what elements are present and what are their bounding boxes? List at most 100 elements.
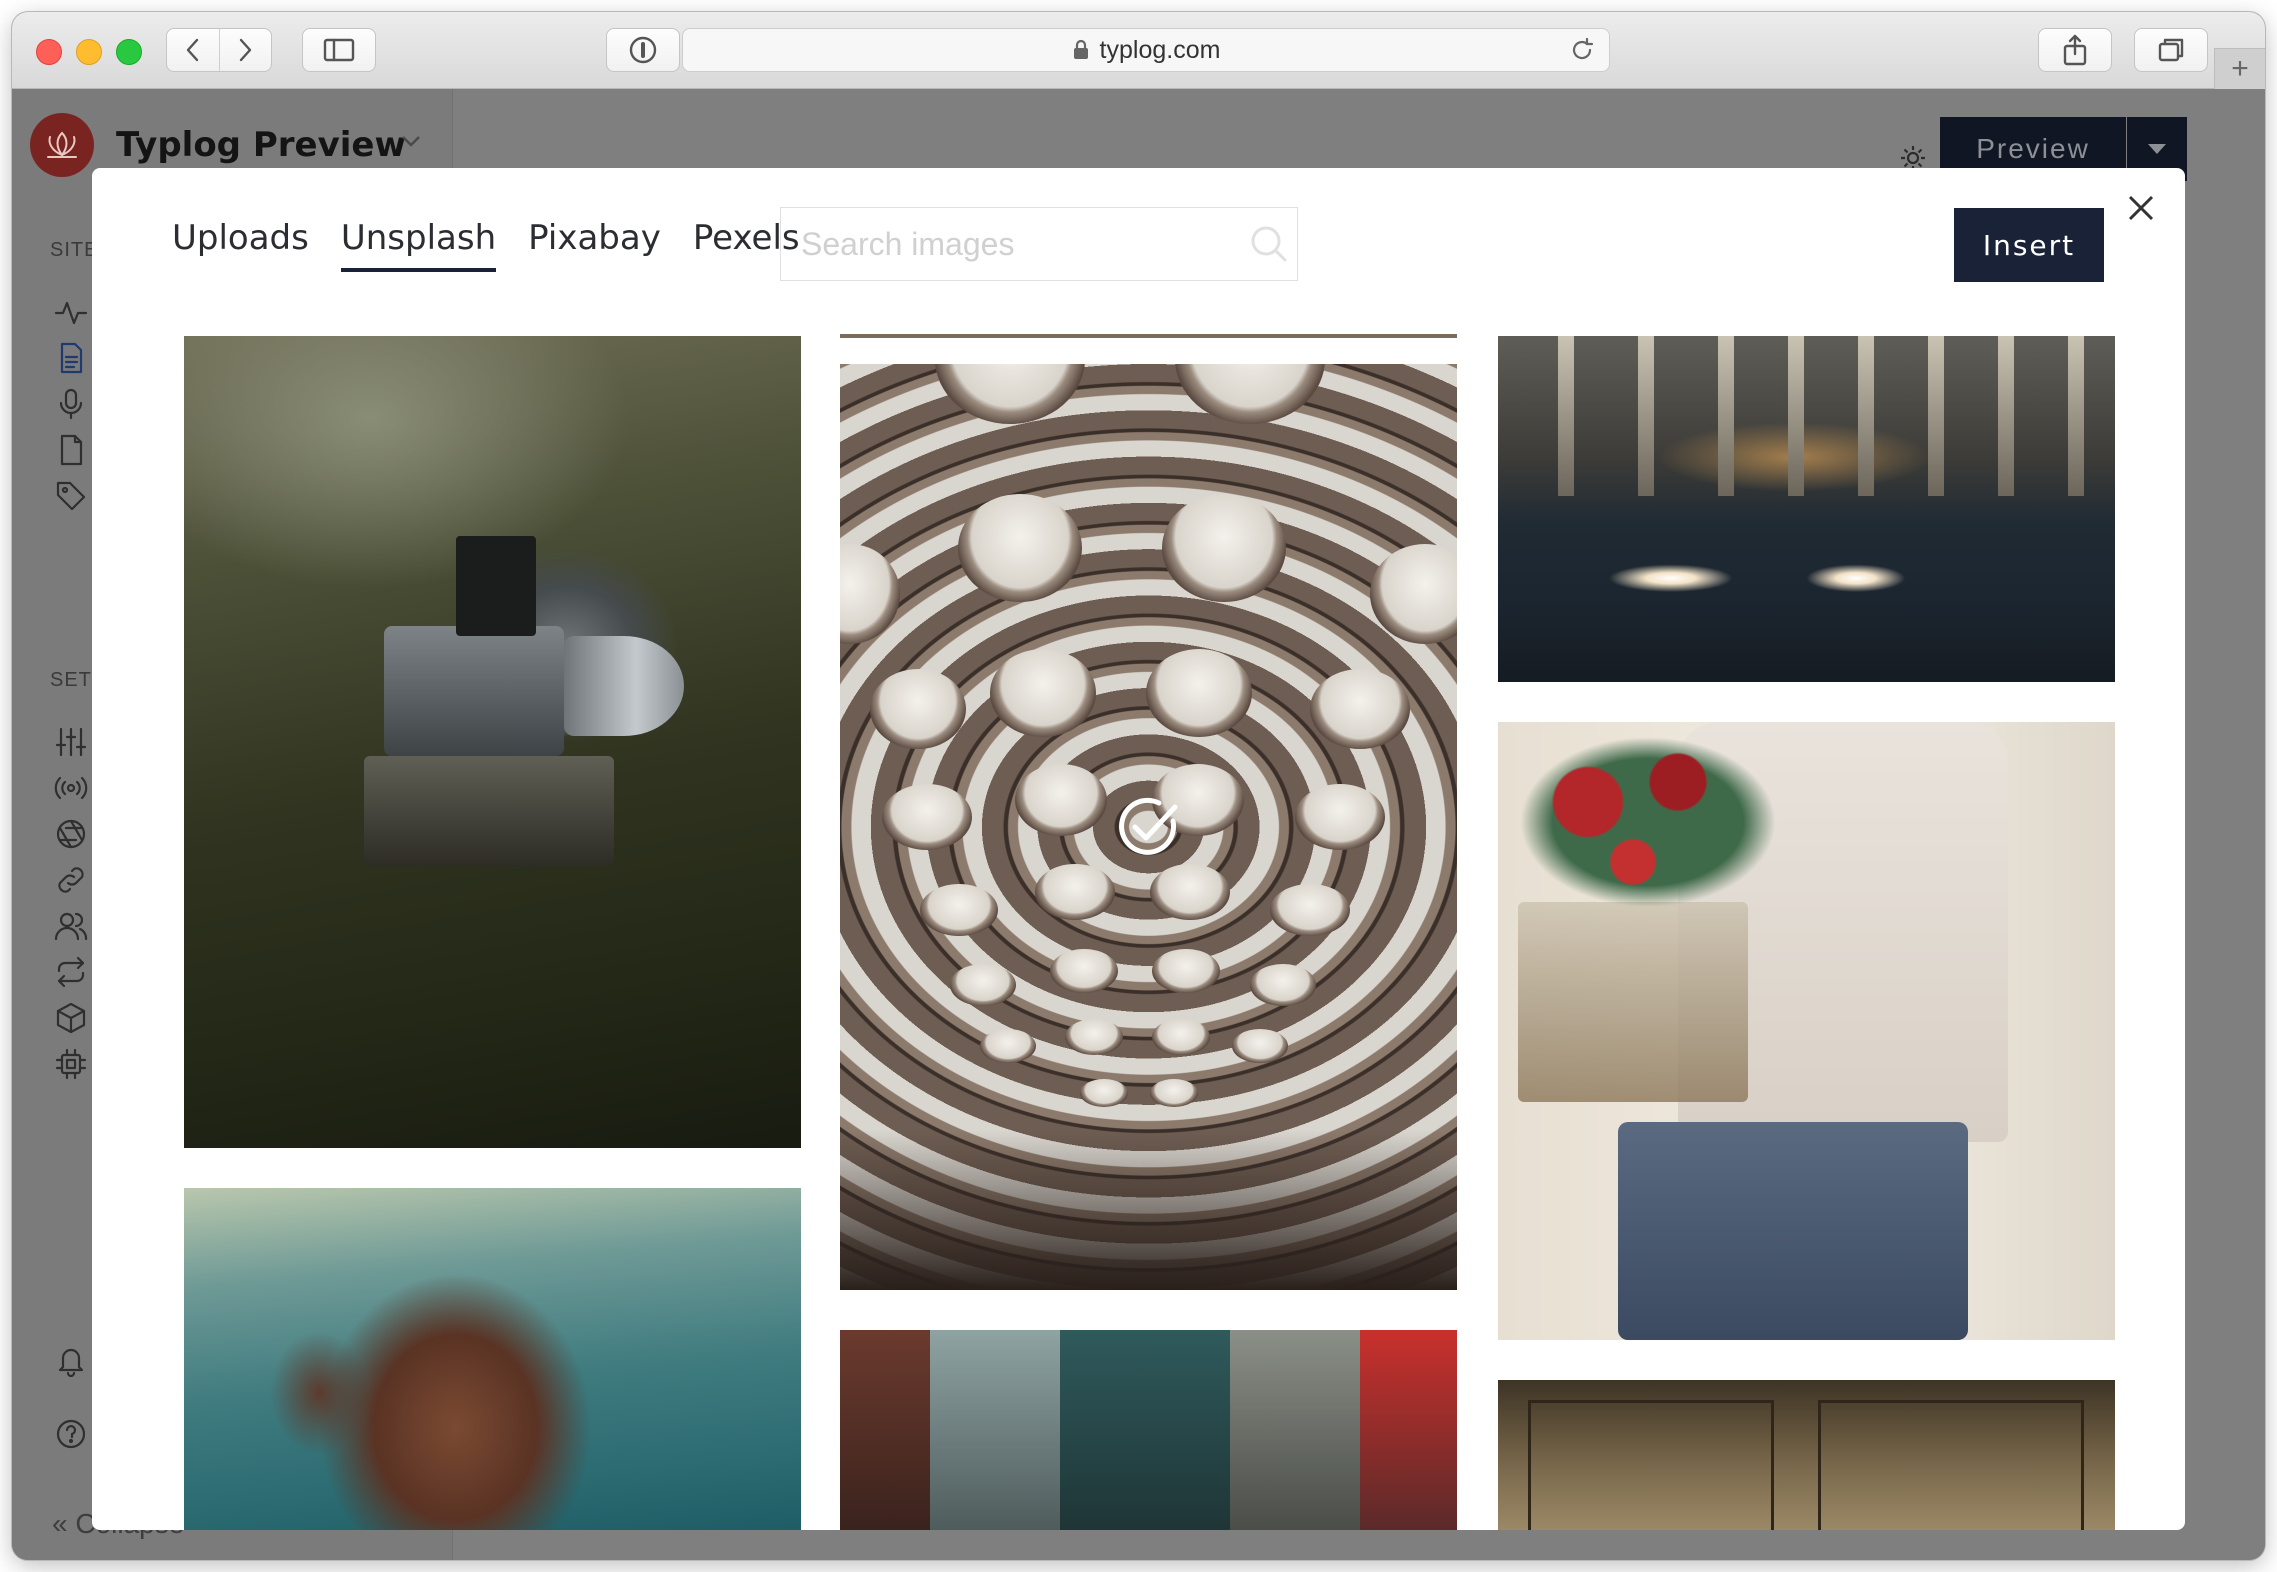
sidebar-icon: [323, 38, 355, 62]
photo-detail: [384, 626, 564, 756]
search-icon: [1251, 226, 1287, 262]
photo-detail: [980, 1029, 1036, 1063]
minimize-window-button[interactable]: [76, 39, 102, 65]
image-street-at-night[interactable]: [1498, 336, 2115, 682]
photo-detail: [1232, 1029, 1288, 1063]
sidebar-section-settings: SET: [50, 669, 92, 691]
photo-detail: [840, 1330, 930, 1530]
browser-window: typlog.com + Typlog Preview SITE SET « P…: [12, 12, 2265, 1560]
close-modal-button[interactable]: [2123, 190, 2159, 226]
posts-icon[interactable]: [54, 341, 88, 375]
image-interior-doorway[interactable]: [1498, 1380, 2115, 1530]
image-camera-in-grass[interactable]: [184, 336, 801, 1148]
page-icon[interactable]: [54, 433, 88, 467]
users-icon[interactable]: [54, 909, 88, 943]
site-name[interactable]: Typlog Preview: [116, 125, 406, 165]
photo-detail: [1498, 722, 1798, 922]
new-tab-button[interactable]: +: [2214, 48, 2265, 89]
plus-icon: +: [2231, 52, 2249, 85]
photo-detail: [1558, 336, 1574, 496]
aperture-icon[interactable]: [54, 817, 88, 851]
photo-detail: [1035, 864, 1115, 920]
zoom-window-button[interactable]: [116, 39, 142, 65]
insert-button[interactable]: Insert: [1954, 208, 2104, 282]
box-icon[interactable]: [54, 1001, 88, 1035]
image-domed-ceiling[interactable]: [840, 364, 1457, 1290]
reload-icon[interactable]: [1569, 37, 1595, 63]
share-button[interactable]: [2038, 28, 2112, 72]
image-search-box: [780, 207, 1298, 281]
photo-detail: [1788, 336, 1804, 496]
history-navigation: [166, 28, 272, 72]
sliders-icon[interactable]: [54, 725, 88, 759]
photo-detail: [1818, 1400, 2084, 1530]
photo-detail: [1370, 544, 1457, 644]
close-icon: [2128, 195, 2154, 221]
photo-detail: [930, 1330, 1060, 1530]
help-icon[interactable]: [54, 1417, 88, 1451]
repeat-icon[interactable]: [54, 955, 88, 989]
check-circle-icon: [1118, 797, 1177, 855]
close-window-button[interactable]: [36, 39, 62, 65]
photo-detail: [1150, 1079, 1198, 1107]
photo-detail: [1250, 964, 1316, 1006]
photo-detail: [1175, 364, 1325, 424]
photo-detail: [1310, 669, 1410, 749]
photo-detail: [1152, 949, 1220, 993]
broadcast-icon[interactable]: [54, 771, 88, 805]
address-bar[interactable]: typlog.com: [682, 28, 1610, 72]
tabs-icon: [2158, 38, 2184, 62]
activity-icon[interactable]: [54, 295, 88, 329]
chip-icon[interactable]: [54, 1047, 88, 1081]
photo-detail: [1060, 1330, 1230, 1530]
tab-unsplash[interactable]: Unsplash: [340, 218, 497, 272]
url-text: typlog.com: [1099, 35, 1221, 64]
password-manager-button[interactable]: [606, 28, 680, 72]
photo-detail: [564, 636, 684, 736]
photo-detail: [1150, 864, 1230, 920]
search-button[interactable]: [1241, 224, 1297, 264]
photo-detail: [1518, 902, 1748, 1102]
search-input[interactable]: [781, 208, 1241, 280]
photo-detail: [840, 544, 900, 644]
photo-detail: [1718, 336, 1734, 496]
tab-uploads[interactable]: Uploads: [172, 218, 309, 272]
photo-detail: [1146, 649, 1252, 737]
image-woman-holding-flowers[interactable]: [1498, 722, 2115, 1340]
tab-pixabay[interactable]: Pixabay: [528, 218, 661, 272]
chevron-down-icon[interactable]: [400, 133, 422, 149]
photo-detail: [1998, 336, 2014, 496]
photo-detail: [1065, 1019, 1123, 1055]
image-city-street[interactable]: [840, 1330, 1457, 1530]
photo-detail: [882, 784, 972, 850]
share-icon: [2063, 34, 2087, 66]
link-icon[interactable]: [54, 863, 88, 897]
photo-detail: [1360, 1330, 1457, 1530]
lotus-logo-icon: [47, 131, 77, 158]
photo-detail: [990, 649, 1096, 737]
sidebar-toggle-button[interactable]: [302, 28, 376, 72]
tag-icon[interactable]: [54, 479, 88, 513]
photo-detail: [920, 884, 998, 936]
chevron-left-icon: [186, 38, 198, 62]
tab-overview-button[interactable]: [2134, 28, 2208, 72]
photo-detail: [1638, 336, 1654, 496]
photo-detail: [1080, 1079, 1128, 1107]
photo-detail: [364, 756, 614, 866]
photo-detail: [1152, 1019, 1210, 1055]
photo-detail: [1162, 494, 1286, 602]
forward-button[interactable]: [218, 29, 272, 71]
image-picker-modal: Uploads Unsplash Pixabay Pexels Insert: [92, 168, 2185, 1530]
browser-toolbar: typlog.com +: [12, 12, 2265, 89]
photo-detail: [870, 669, 966, 749]
bell-icon[interactable]: [54, 1343, 88, 1378]
microphone-icon[interactable]: [54, 387, 88, 421]
site-logo[interactable]: [30, 113, 94, 177]
back-button[interactable]: [167, 29, 219, 71]
photo-detail: [1270, 884, 1350, 936]
photo-detail: [1858, 336, 1874, 496]
image-coastal-cliffs[interactable]: [184, 1188, 801, 1530]
chevron-right-icon: [240, 38, 252, 62]
image-partial-top[interactable]: [840, 334, 1457, 338]
photo-detail: [2068, 336, 2084, 496]
